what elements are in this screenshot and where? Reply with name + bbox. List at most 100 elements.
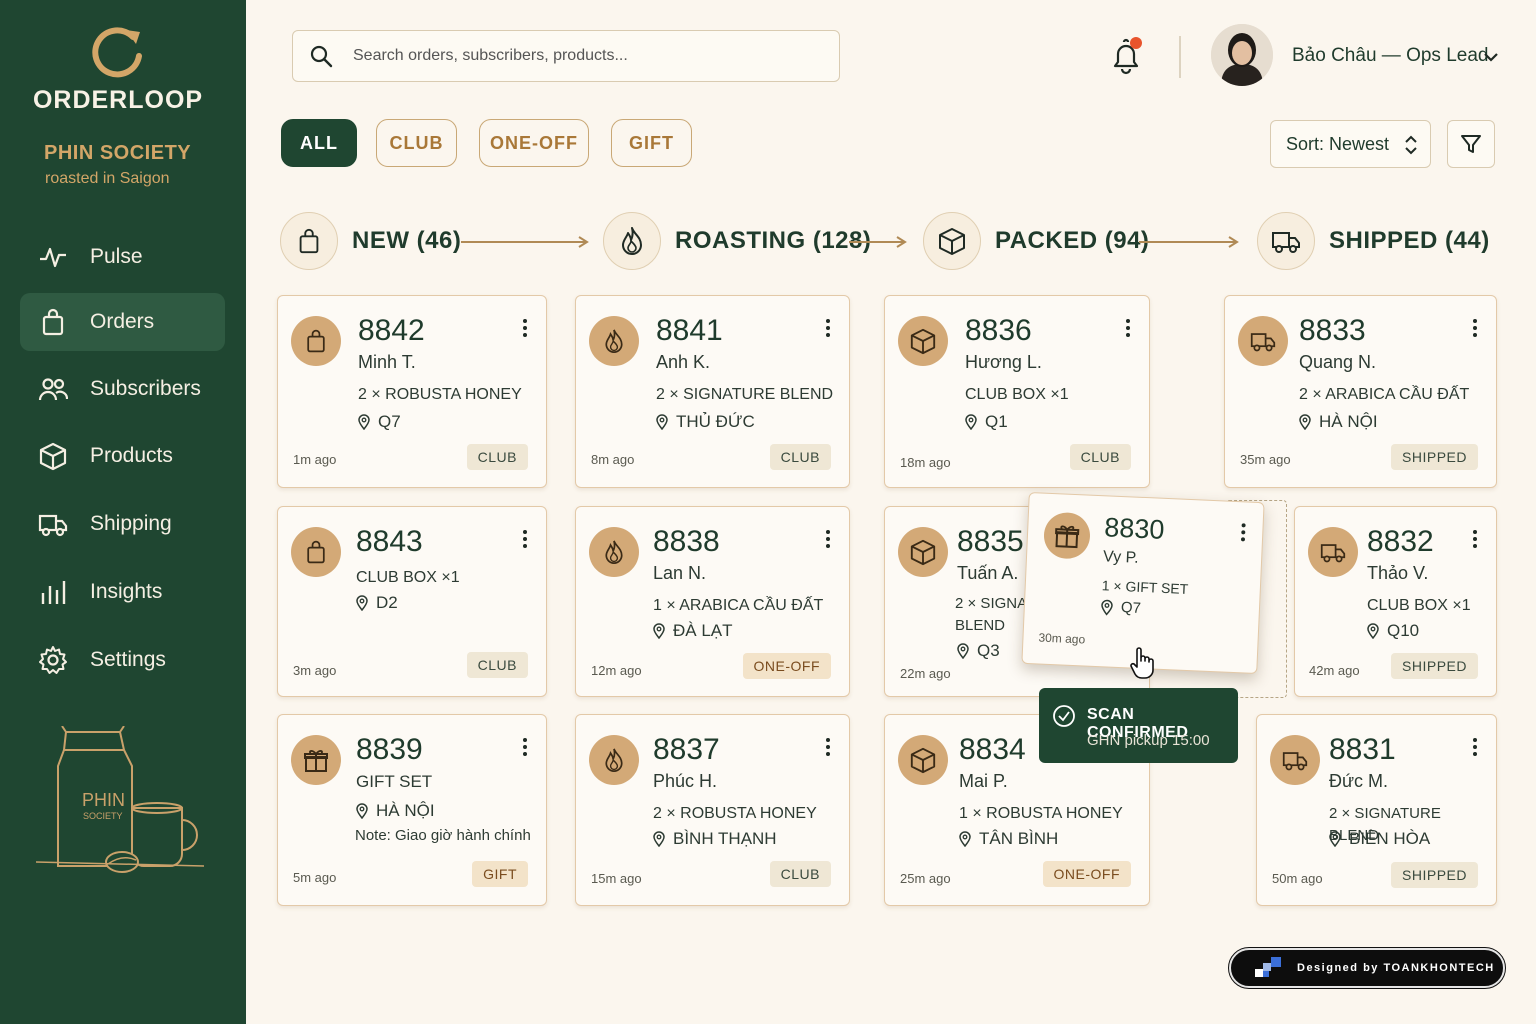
sidebar-item-shipping[interactable]: Shipping [20,495,225,553]
filter-one-off[interactable]: ONE-OFF [479,119,589,167]
shop-tagline: roasted in Saigon [45,170,170,187]
more-options-icon[interactable] [522,318,528,338]
flame-icon [605,329,623,353]
pin-icon [656,414,668,430]
filter-button[interactable] [1447,120,1495,168]
filter-club[interactable]: CLUB [376,119,457,167]
order-time: 50m ago [1272,871,1323,886]
order-items: 2 × ROBUSTA HONEY [358,386,522,403]
order-type-tag: CLUB [769,444,831,470]
pin-icon [358,414,370,430]
customer-name: Hương L. [965,352,1042,372]
more-options-icon[interactable] [522,737,528,757]
pin-icon [1329,831,1341,847]
order-number: 8834 [959,733,1026,766]
order-card-8831[interactable]: 8831 Đức M. 2 × SIGNATURE BLEND BIÊN HÒA… [1256,714,1497,906]
location-text: Q10 [1387,621,1420,640]
filter-gift[interactable]: GIFT [611,119,692,167]
pin-icon [959,831,971,847]
user-avatar-icon [1211,24,1273,86]
order-location: Q7 [358,412,401,432]
user-name[interactable]: Bảo Châu — Ops Lead [1292,45,1488,67]
illustration-label: PHIN [82,790,125,810]
order-location: TÂN BÌNH [959,829,1058,849]
sidebar-item-settings[interactable]: Settings [20,631,225,689]
pin-icon [356,803,368,819]
pin-icon [1299,414,1311,430]
customer-name: Quang N. [1299,352,1377,372]
more-options-icon[interactable] [825,529,831,549]
bag-icon [299,228,319,254]
order-number: 8836 [965,314,1032,347]
more-options-icon[interactable] [1472,737,1478,757]
pulse-icon [40,247,66,268]
location-text: THỦ ĐỨC [676,412,755,431]
notification-button[interactable] [1106,36,1146,81]
more-options-icon[interactable] [522,529,528,549]
sidebar-item-insights[interactable]: Insights [20,563,225,621]
order-card-8841[interactable]: 8841 Anh K. 2 × SIGNATURE BLEND THỦ ĐỨC … [575,295,850,488]
pin-icon [957,643,969,659]
sidebar-item-orders[interactable]: Orders [20,293,225,351]
order-items: 2 × ROBUSTA HONEY [653,805,817,822]
toast-detail: GHN pickup 15:00 [1087,732,1210,749]
order-status-tag: SHIPPED [1391,653,1478,679]
illustration-sub: SOCIETY [83,811,123,821]
pin-icon [1101,599,1113,616]
sort-label: Sort: Newest [1286,133,1390,154]
search-input[interactable] [353,47,793,65]
order-card-8833[interactable]: 8833 Quang N. 2 × ARABICA CẦU ĐẤT HÀ NỘI… [1224,295,1497,488]
more-options-icon[interactable] [1472,318,1478,338]
more-options-icon[interactable] [1472,529,1478,549]
sidebar-item-label: Products [90,444,173,467]
location-text: HÀ NỘI [1319,412,1378,431]
order-type-tag: CLUB [466,444,528,470]
filter-all[interactable]: ALL [281,119,357,167]
user-menu-toggle[interactable] [1482,48,1500,71]
sidebar-item-pulse[interactable]: Pulse [20,228,225,286]
more-options-icon[interactable] [1125,318,1131,338]
card-icon [1043,511,1091,560]
order-items: CLUB BOX ×1 [356,569,460,586]
customer-name: Minh T. [358,352,416,372]
order-time: 42m ago [1309,663,1360,678]
check-circle-icon [1053,705,1075,727]
order-status-tag: SHIPPED [1391,862,1478,888]
shop-name: PHIN SOCIETY [44,142,192,164]
stage-shipped: SHIPPED (44) [1257,208,1490,274]
more-options-icon[interactable] [1240,522,1247,542]
search-bar[interactable] [292,30,840,82]
stage-roasting: ROASTING (128) [603,208,871,274]
order-card-8832[interactable]: 8832 Thảo V. CLUB BOX ×1 Q10 42m ago SHI… [1294,506,1497,697]
more-options-icon[interactable] [825,737,831,757]
customer-name: Vy P. [1102,548,1140,567]
sort-select[interactable]: Sort: Newest [1270,120,1431,168]
stage-icon [1257,212,1315,270]
order-location: Q3 [957,641,1000,661]
search-icon [310,45,333,68]
sidebar-item-subscribers[interactable]: Subscribers [20,360,225,418]
order-card-8839[interactable]: 8839 GIFT SET HÀ NỘI Note: Giao giờ hành… [277,714,547,906]
card-icon [898,735,948,785]
order-number: 8843 [356,525,423,558]
more-options-icon[interactable] [825,318,831,338]
order-card-8842[interactable]: 8842 Minh T. 2 × ROBUSTA HONEY Q7 1m ago… [277,295,547,488]
order-location: Q7 [1101,598,1141,617]
sidebar-item-label: Shipping [90,512,172,535]
order-items: CLUB BOX ×1 [965,386,1069,403]
order-card-8843[interactable]: 8843 CLUB BOX ×1 D2 3m ago CLUB [277,506,547,697]
sidebar-item-products[interactable]: Products [20,427,225,485]
loop-logo-icon [92,27,142,78]
order-number: 8838 [653,525,720,558]
order-location: THỦ ĐỨC [656,412,755,432]
pin-icon [965,414,977,430]
avatar[interactable] [1211,24,1273,86]
customer-name: Mai P. [959,771,1008,791]
order-time: 22m ago [900,666,951,681]
order-items: GIFT SET [356,772,433,791]
order-location: HÀ NỘI [1299,412,1378,432]
order-card-8837[interactable]: 8837 Phúc H. 2 × ROBUSTA HONEY BÌNH THẠN… [575,714,850,906]
order-card-8836[interactable]: 8836 Hương L. CLUB BOX ×1 Q1 18m ago CLU… [884,295,1150,488]
order-card-8838[interactable]: 8838 Lan N. 1 × ARABICA CẦU ĐẤT ĐÀ LẠT 1… [575,506,850,697]
sidebar-item-label: Insights [90,580,163,603]
